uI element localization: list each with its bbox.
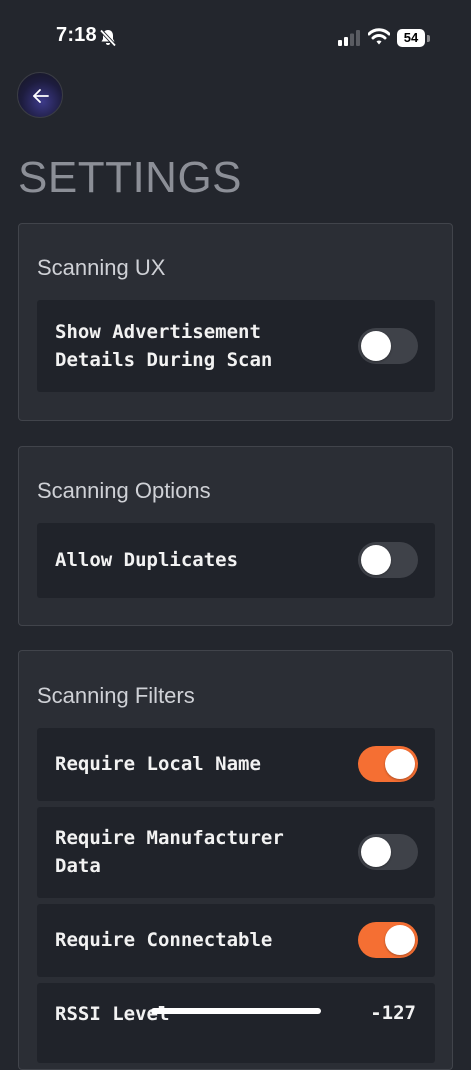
- settings-row-require-connectable: Require Connectable: [37, 904, 435, 977]
- battery-level: 54: [397, 29, 425, 47]
- wifi-icon: [367, 28, 391, 46]
- toggle-require-local-name[interactable]: [358, 746, 418, 782]
- section-title: Scanning Options: [37, 478, 211, 503]
- settings-row-rssi-level: RSSI Level -127: [37, 983, 435, 1063]
- toggle-require-manufacturer-data[interactable]: [358, 834, 418, 870]
- row-label: Show Advertisement Details During Scan: [55, 321, 273, 371]
- home-indicator: [151, 1008, 321, 1014]
- toggle-knob: [361, 331, 391, 361]
- row-label: Require Connectable: [55, 929, 273, 951]
- back-button[interactable]: [17, 72, 63, 118]
- settings-row-show-advertisement-details: Show Advertisement Details During Scan: [37, 300, 435, 392]
- toggle-knob: [361, 837, 391, 867]
- toggle-knob: [385, 749, 415, 779]
- section-title: Scanning Filters: [37, 683, 195, 708]
- toggle-require-connectable[interactable]: [358, 922, 418, 958]
- settings-row-allow-duplicates: Allow Duplicates: [37, 523, 435, 598]
- rssi-level-value[interactable]: -127: [370, 1002, 416, 1024]
- status-bar: 7:18 54: [0, 0, 471, 76]
- section-scanning-options: Scanning Options Allow Duplicates: [18, 446, 453, 626]
- battery-nub: [427, 35, 430, 42]
- section-scanning-filters: Scanning Filters Require Local Name Requ…: [18, 650, 453, 1070]
- status-time: 7:18: [56, 24, 97, 46]
- row-label: Require Manufacturer Data: [55, 827, 284, 877]
- section-title: Scanning UX: [37, 255, 166, 280]
- cellular-signal-icon: [338, 30, 362, 46]
- arrow-left-icon: [33, 89, 49, 103]
- section-scanning-ux: Scanning UX Show Advertisement Details D…: [18, 223, 453, 421]
- toggle-allow-duplicates[interactable]: [358, 542, 418, 578]
- row-label: Require Local Name: [55, 753, 261, 775]
- toggle-knob: [361, 545, 391, 575]
- toggle-knob: [385, 925, 415, 955]
- bell-slash-icon: [98, 28, 118, 48]
- row-label: Allow Duplicates: [55, 549, 239, 571]
- settings-row-require-manufacturer-data: Require Manufacturer Data: [37, 807, 435, 898]
- settings-row-require-local-name: Require Local Name: [37, 728, 435, 801]
- toggle-show-advertisement-details[interactable]: [358, 328, 418, 364]
- page-title: SETTINGS: [18, 153, 243, 202]
